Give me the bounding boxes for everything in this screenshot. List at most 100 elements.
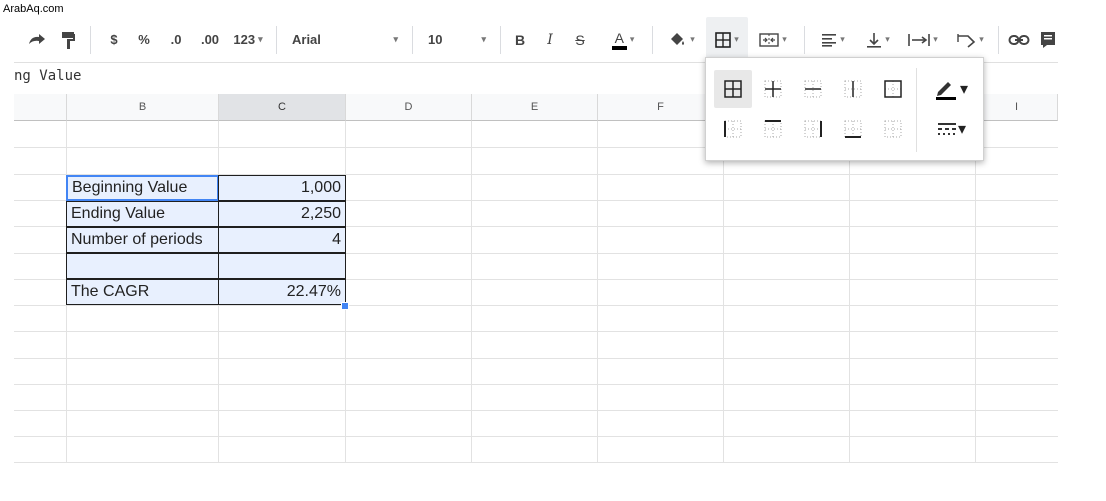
cell-c-value[interactable] (218, 253, 346, 279)
align-bottom-icon (867, 32, 882, 48)
column-letter: C (278, 101, 286, 113)
column-letter: B (138, 101, 147, 113)
column-header-c[interactable]: C (219, 94, 346, 121)
left-border-option[interactable] (714, 110, 752, 148)
comment-icon (1041, 31, 1055, 48)
outer-borders-option[interactable] (874, 70, 912, 108)
text-color-button[interactable]: A ▾ (602, 17, 644, 62)
vertical-align-button[interactable]: ▾ (858, 17, 898, 62)
right-border-option[interactable] (794, 110, 832, 148)
percent-button[interactable]: % (132, 17, 156, 62)
merge-cells-icon (759, 32, 779, 47)
chevron-down-icon: ▾ (690, 34, 695, 44)
bottom-border-icon (844, 120, 862, 138)
column-header-i[interactable]: I (976, 94, 1058, 121)
top-border-option[interactable] (754, 110, 792, 148)
grid-line (14, 358, 1058, 359)
vertical-borders-option[interactable] (834, 70, 872, 108)
all-borders-option[interactable] (714, 70, 752, 108)
decrease-decimal-button[interactable]: .0 (162, 17, 190, 62)
chevron-down-icon: ▾ (481, 34, 486, 44)
chevron-down-icon: ▾ (885, 34, 890, 44)
vertical-borders-icon (844, 80, 862, 98)
borders-button[interactable]: ▾ (706, 17, 748, 62)
inner-borders-option[interactable] (754, 70, 792, 108)
outer-borders-icon (884, 80, 902, 98)
paint-bucket-icon (671, 32, 685, 45)
column-letter: D (404, 101, 413, 113)
all-borders-icon (724, 80, 742, 98)
bottom-border-option[interactable] (834, 110, 872, 148)
cell-b-label[interactable]: Beginning Value (66, 175, 219, 201)
more-formats-button[interactable]: 123 ▾ (228, 17, 268, 62)
grid-line (14, 436, 1058, 437)
column-letter: I (1014, 101, 1019, 113)
horizontal-align-button[interactable]: ▾ (812, 17, 854, 62)
bold-button[interactable]: B (508, 17, 532, 62)
text-rotation-button[interactable]: ▾ (948, 17, 992, 62)
insert-comment-button[interactable] (1038, 17, 1058, 62)
line-style-icon (937, 123, 956, 135)
chevron-down-icon: ▾ (933, 34, 938, 44)
fill-handle[interactable] (341, 302, 349, 310)
cell-b-label[interactable]: The CAGR (66, 279, 219, 305)
watermark-text: ArabAq.com (3, 3, 64, 15)
cell-b-label[interactable]: Number of periods (66, 227, 219, 253)
text-color-label: A (611, 30, 627, 50)
grid-line (14, 384, 1058, 385)
cell-c-value[interactable]: 4 (218, 227, 346, 253)
border-style-option[interactable]: ▾ (926, 110, 976, 148)
column-header-a[interactable] (14, 94, 67, 121)
increase-decimal-label: .00 (200, 32, 220, 47)
chevron-down-icon: ▾ (959, 81, 969, 98)
chevron-down-icon: ▾ (957, 121, 967, 138)
font-size-select[interactable]: 10 ▾ (422, 17, 492, 62)
insert-link-button[interactable] (1004, 17, 1034, 62)
pencil-icon (935, 82, 956, 100)
clear-borders-option[interactable] (874, 110, 912, 148)
chevron-down-icon: ▾ (393, 34, 398, 44)
font-family-value: Arial (292, 32, 321, 47)
merge-cells-button[interactable]: ▾ (750, 17, 796, 62)
column-header-e[interactable]: E (472, 94, 598, 121)
cell-c-value[interactable]: 2,250 (218, 201, 346, 227)
text-rotation-icon (957, 33, 976, 48)
grid-line (849, 121, 850, 463)
grid-line (14, 462, 1058, 463)
decrease-decimal-label: .0 (170, 32, 182, 47)
italic-button[interactable]: I (538, 17, 562, 62)
horizontal-borders-option[interactable] (794, 70, 832, 108)
borders-dropdown: ▾ ▾ (705, 57, 984, 161)
align-left-icon (822, 33, 837, 47)
paint-format-icon[interactable] (54, 17, 82, 62)
cell-c-value[interactable]: 1,000 (218, 175, 346, 201)
text-wrapping-button[interactable]: ▾ (900, 17, 946, 62)
cell-b-label[interactable]: Ending Value (66, 201, 219, 227)
cell-b-label[interactable] (66, 253, 219, 279)
fill-color-button[interactable]: ▾ (662, 17, 702, 62)
grid-line (975, 121, 976, 463)
grid-line (723, 121, 724, 463)
column-letter: F (657, 101, 664, 113)
column-header-b[interactable]: B (67, 94, 219, 121)
strikethrough-button[interactable]: S (568, 17, 592, 62)
borders-icon (715, 31, 732, 48)
text-wrap-overflow-icon (908, 33, 931, 46)
grid-line (14, 331, 1058, 332)
grid-line (471, 121, 472, 463)
horizontal-borders-icon (804, 80, 822, 98)
column-letter: E (530, 101, 539, 113)
currency-button[interactable]: $ (102, 17, 126, 62)
divider (916, 68, 917, 152)
font-family-select[interactable]: Arial ▾ (286, 17, 404, 62)
cell-c-value[interactable]: 22.47% (218, 279, 346, 305)
chevron-down-icon: ▾ (629, 34, 635, 44)
chevron-down-icon: ▾ (734, 34, 739, 44)
chevron-down-icon: ▾ (840, 34, 845, 44)
right-border-icon (804, 120, 822, 138)
redo-icon[interactable] (22, 17, 50, 62)
grid-line (14, 410, 1058, 411)
border-color-option[interactable]: ▾ (926, 70, 976, 108)
increase-decimal-button[interactable]: .00 (194, 17, 226, 62)
column-header-d[interactable]: D (346, 94, 472, 121)
